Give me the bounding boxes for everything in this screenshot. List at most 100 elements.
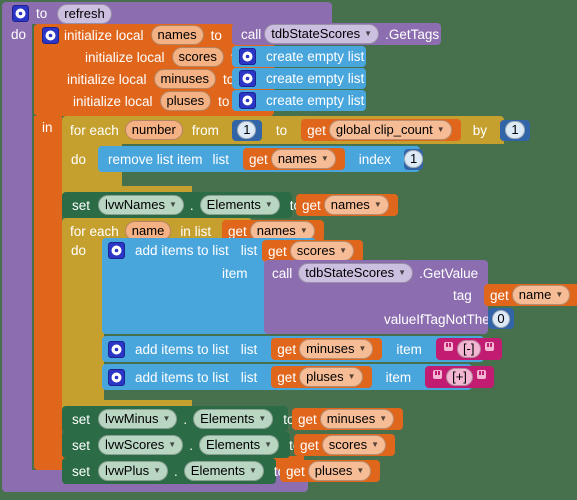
gear-icon[interactable]	[108, 241, 125, 259]
list-socket-label: list	[240, 369, 258, 385]
chevron-down-icon[interactable]: ▼	[437, 126, 445, 134]
get-block-pluses[interactable]: get pluses ▼	[271, 366, 372, 388]
get-block-minuses-setter[interactable]: get minuses ▼	[292, 408, 404, 430]
chevron-down-icon[interactable]: ▼	[364, 30, 372, 38]
number-block-from[interactable]: 1	[231, 119, 262, 141]
chevron-down-icon[interactable]: ▼	[169, 201, 177, 209]
text-block-minus[interactable]: [-]	[435, 338, 502, 360]
get-block-names-setter[interactable]: get names ▼	[296, 194, 398, 216]
remove-list-item-block[interactable]: remove list item list get names ▼ index …	[98, 146, 424, 172]
chevron-down-icon[interactable]: ▼	[555, 291, 563, 299]
variable-dropdown-pluses[interactable]: pluses ▼	[307, 461, 372, 481]
quote-open-icon	[443, 341, 453, 351]
init-local-gear-icon[interactable]	[42, 27, 59, 44]
gear-icon[interactable]	[108, 340, 125, 358]
component-dropdown-lvwscores[interactable]: lvwScores ▼	[98, 435, 184, 455]
tag-socket-label: tag	[453, 288, 472, 303]
get-block-names[interactable]: get names ▼	[243, 148, 345, 170]
number-value-from[interactable]: 1	[237, 121, 257, 139]
chevron-down-icon[interactable]: ▼	[374, 201, 382, 209]
add-items-to-list-block-pluses[interactable]: add items to list list get pluses ▼ item…	[102, 364, 494, 390]
local-name-field-names[interactable]: names	[150, 25, 204, 45]
property-dropdown-elements[interactable]: Elements ▼	[183, 461, 264, 481]
variable-name: names	[277, 151, 317, 166]
chevron-down-icon[interactable]: ▼	[153, 467, 161, 475]
get-block-name-tag[interactable]: get name ▼	[484, 284, 577, 306]
variable-dropdown-pluses[interactable]: pluses ▼	[299, 367, 363, 387]
gear-icon[interactable]	[239, 48, 256, 65]
property-dropdown-elements[interactable]: Elements ▼	[199, 195, 280, 215]
chevron-down-icon[interactable]: ▼	[339, 247, 347, 255]
variable-dropdown-names[interactable]: names ▼	[323, 195, 389, 215]
text-value-minus[interactable]: [-]	[456, 340, 481, 358]
procedure-name-field[interactable]: refresh	[57, 3, 112, 24]
chevron-down-icon[interactable]: ▼	[398, 269, 406, 277]
method-name-gettags: .GetTags	[385, 26, 440, 42]
local-name-field-minuses[interactable]: minuses	[153, 69, 216, 89]
text-value-plus[interactable]: [+]	[446, 368, 473, 386]
gear-icon[interactable]	[108, 368, 125, 386]
chevron-down-icon[interactable]: ▼	[379, 415, 387, 423]
for-each-label: for each	[70, 122, 119, 138]
create-empty-list-block-1[interactable]: create empty list	[232, 46, 366, 67]
variable-dropdown-scores[interactable]: scores ▼	[321, 435, 386, 455]
get-block-global-clip-count[interactable]: get global clip_count ▼	[301, 119, 461, 141]
number-block-by[interactable]: 1	[499, 119, 530, 141]
number-value-default[interactable]: 0	[492, 309, 510, 328]
gear-icon[interactable]	[12, 5, 29, 22]
text-block-plus[interactable]: [+]	[425, 366, 494, 388]
set-block-lvwnames-elements[interactable]: set lvwNames ▼ . Elements ▼ to	[62, 192, 301, 218]
get-block-pluses-setter[interactable]: get pluses ▼	[280, 460, 381, 482]
chevron-down-icon[interactable]: ▼	[359, 345, 367, 353]
chevron-down-icon[interactable]: ▼	[321, 155, 329, 163]
number-block-index[interactable]: 1	[404, 148, 424, 170]
number-value-by[interactable]: 1	[505, 121, 525, 139]
variable-dropdown-minuses[interactable]: minuses ▼	[319, 409, 395, 429]
variable-dropdown-name[interactable]: name ▼	[511, 285, 571, 305]
component-dropdown-lvwnames[interactable]: lvwNames ▼	[98, 195, 184, 215]
variable-dropdown-names[interactable]: names ▼	[270, 149, 336, 169]
set-block-lvwminus-elements[interactable]: set lvwMinus ▼ . Elements ▼ to	[62, 406, 295, 432]
chevron-down-icon[interactable]: ▼	[249, 467, 257, 475]
component-dropdown-tdbstatescores[interactable]: tdbStateScores ▼	[264, 24, 380, 44]
set-block-lvwscores-elements[interactable]: set lvwScores ▼ . Elements ▼ to	[62, 432, 300, 458]
add-items-to-list-label: add items to list	[135, 341, 229, 357]
for-range-header: for each number from 1 to get global cli…	[70, 119, 530, 141]
component-dropdown-lvwminus[interactable]: lvwMinus ▼	[98, 409, 178, 429]
set-block-lvwplus-elements[interactable]: set lvwPlus ▼ . Elements ▼ to	[62, 458, 285, 484]
create-empty-list-block-3[interactable]: create empty list	[232, 90, 366, 111]
property-name: Elements	[205, 437, 261, 452]
set-label: set	[72, 411, 91, 427]
chevron-down-icon[interactable]: ▼	[258, 415, 266, 423]
local-name-field-scores[interactable]: scores	[171, 47, 224, 67]
create-empty-list-block-2[interactable]: create empty list	[232, 68, 366, 89]
local-name-field-pluses[interactable]: pluses	[159, 91, 212, 111]
chevron-down-icon[interactable]: ▼	[162, 415, 170, 423]
component-dropdown-lvwplus[interactable]: lvwPlus ▼	[98, 461, 169, 481]
gear-icon[interactable]	[239, 70, 256, 87]
quote-close-icon	[484, 341, 494, 351]
get-block-scores[interactable]: get scores ▼	[262, 240, 363, 262]
chevron-down-icon[interactable]: ▼	[264, 441, 272, 449]
chevron-down-icon[interactable]: ▼	[265, 201, 273, 209]
number-value-index[interactable]: 1	[404, 150, 424, 168]
call-get-tags-block[interactable]: call tdbStateScores ▼ .GetTags	[232, 23, 441, 45]
chevron-down-icon[interactable]: ▼	[348, 373, 356, 381]
variable-dropdown-minuses[interactable]: minuses ▼	[299, 339, 374, 359]
chevron-down-icon[interactable]: ▼	[300, 227, 308, 235]
get-block-scores-setter[interactable]: get scores ▼	[294, 434, 395, 456]
chevron-down-icon[interactable]: ▼	[168, 441, 176, 449]
get-block-minuses[interactable]: get minuses ▼	[271, 338, 383, 360]
chevron-down-icon[interactable]: ▼	[371, 441, 379, 449]
chevron-down-icon[interactable]: ▼	[356, 467, 364, 475]
property-dropdown-elements[interactable]: Elements ▼	[193, 409, 274, 429]
loop-var-field-number[interactable]: number	[124, 120, 183, 140]
add-items-to-list-block-minuses[interactable]: add items to list list get minuses ▼ ite…	[102, 336, 502, 362]
component-dropdown-tdbstatescores[interactable]: tdbStateScores ▼	[298, 263, 414, 283]
number-block-default[interactable]: 0	[488, 308, 514, 329]
blockly-workspace[interactable]: to refresh do initialize local names to …	[0, 0, 577, 500]
variable-dropdown-global-clip-count[interactable]: global clip_count ▼	[328, 120, 452, 140]
variable-dropdown-scores[interactable]: scores ▼	[289, 241, 354, 261]
gear-icon[interactable]	[239, 92, 256, 109]
property-dropdown-elements[interactable]: Elements ▼	[198, 435, 280, 455]
